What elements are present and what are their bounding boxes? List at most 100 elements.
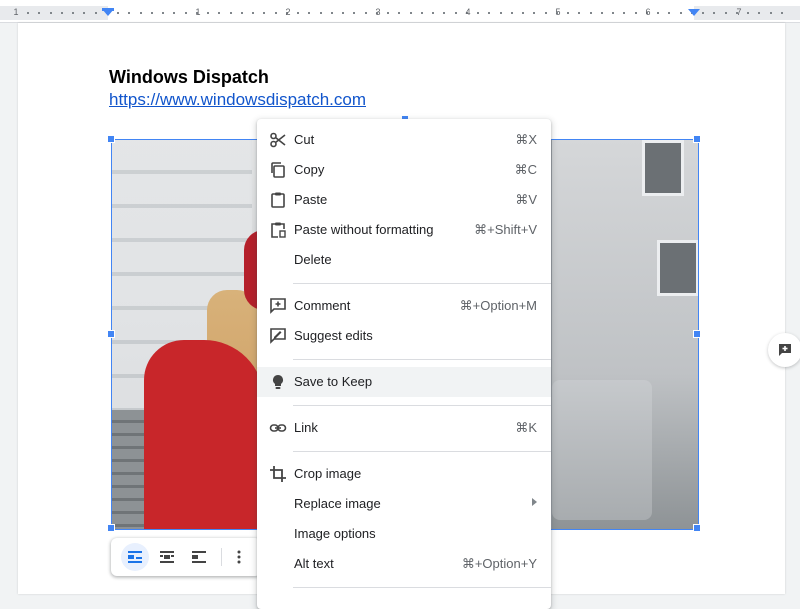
ruler-tick	[72, 12, 74, 14]
resize-handle-top-left[interactable]	[107, 135, 115, 143]
break-text-button[interactable]	[185, 543, 213, 571]
ruler-tick	[140, 12, 142, 14]
resize-handle-bottom-right[interactable]	[693, 524, 701, 532]
ruler-tick	[713, 12, 715, 14]
menu-item-label: Link	[294, 420, 318, 435]
ruler-number: 2	[285, 7, 291, 17]
ruler-tick	[702, 12, 704, 14]
menu-item-label: Suggest edits	[294, 328, 373, 343]
menu-item-suggest-edits[interactable]: Suggest edits	[257, 321, 551, 351]
menu-item-label: Image options	[294, 526, 376, 541]
ruler-tick	[27, 12, 29, 14]
add-comment-side-button[interactable]	[768, 333, 800, 367]
image-region	[657, 240, 698, 296]
menu-item-label: Delete	[294, 252, 332, 267]
menu-item-shortcut: ⌘V	[515, 192, 537, 207]
ruler-number: 3	[375, 7, 381, 17]
menu-item-image-options[interactable]: Image options	[257, 519, 551, 549]
resize-handle-top-right[interactable]	[693, 135, 701, 143]
ruler-tick	[275, 12, 277, 14]
ruler-tick	[185, 12, 187, 14]
image-region	[642, 140, 684, 196]
ruler-tick	[263, 12, 265, 14]
horizontal-ruler[interactable]: 1 1 2 3 4 5 6 7	[0, 0, 800, 23]
ruler-tick	[725, 12, 727, 14]
right-indent-handle[interactable]	[688, 9, 700, 16]
toolbar-divider	[221, 548, 222, 566]
ruler-tick	[601, 12, 603, 14]
ruler-tick	[432, 12, 434, 14]
menu-item-shortcut: ⌘+Option+Y	[461, 556, 537, 571]
ruler-tick	[511, 12, 513, 14]
ruler-tick	[365, 12, 367, 14]
menu-item-cut[interactable]: Cut ⌘X	[257, 125, 551, 155]
ruler-tick	[331, 12, 333, 14]
menu-item-delete[interactable]: Delete	[257, 245, 551, 275]
menu-item-paste-without-formatting[interactable]: Paste without formatting ⌘+Shift+V	[257, 215, 551, 245]
menu-item-crop-image[interactable]: Crop image	[257, 459, 551, 489]
ruler-tick	[241, 12, 243, 14]
ruler-tick	[342, 12, 344, 14]
ruler-tick	[477, 12, 479, 14]
ruler-tick	[83, 12, 85, 14]
resize-handle-bottom-left[interactable]	[107, 524, 115, 532]
inline-layout-icon	[128, 551, 142, 563]
ruler-tick	[297, 12, 299, 14]
ruler-tick	[781, 12, 783, 14]
menu-item-label: Cut	[294, 132, 315, 147]
ruler-tick	[162, 12, 164, 14]
menu-item-link[interactable]: Link ⌘K	[257, 413, 551, 443]
menu-item-label: Save to Keep	[294, 374, 373, 389]
ruler-tick	[117, 12, 119, 14]
ruler-tick	[455, 12, 457, 14]
document-link[interactable]: https://www.windowsdispatch.com	[109, 90, 366, 110]
menu-item-copy[interactable]: Copy ⌘C	[257, 155, 551, 185]
link-icon	[269, 419, 287, 437]
ruler-number: 7	[736, 7, 742, 17]
menu-item-save-to-keep[interactable]: Save to Keep	[257, 367, 551, 397]
ruler-tick	[488, 12, 490, 14]
ruler-tick	[151, 12, 153, 14]
copy-icon	[269, 161, 287, 179]
menu-item-label: Comment	[294, 298, 351, 313]
more-options-button[interactable]	[225, 543, 253, 571]
menu-item-alt-text[interactable]: Alt text ⌘+Option+Y	[257, 549, 551, 579]
resize-handle-left[interactable]	[107, 330, 115, 338]
menu-item-shortcut: ⌘+Shift+V	[474, 222, 537, 237]
menu-item-paste[interactable]: Paste ⌘V	[257, 185, 551, 215]
image-toolbar	[111, 538, 261, 576]
left-indent-handle[interactable]	[102, 9, 114, 16]
menu-item-shortcut: ⌘K	[515, 420, 537, 435]
inline-layout-button[interactable]	[121, 543, 149, 571]
menu-item-replace-image[interactable]: Replace image	[257, 489, 551, 519]
menu-separator	[293, 405, 551, 406]
resize-handle-right[interactable]	[693, 330, 701, 338]
ruler-tick	[61, 12, 63, 14]
ruler-tick	[443, 12, 445, 14]
add-comment-icon	[779, 344, 791, 356]
ruler-tick	[668, 12, 670, 14]
clipboard-icon	[269, 191, 287, 209]
ruler-tick	[747, 12, 749, 14]
wrap-text-icon	[160, 551, 174, 563]
ruler-tick	[522, 12, 524, 14]
document-heading[interactable]: Windows Dispatch	[109, 67, 269, 88]
menu-separator	[293, 587, 551, 588]
wrap-text-button[interactable]	[153, 543, 181, 571]
ruler-tick	[387, 12, 389, 14]
menu-item-comment[interactable]: Comment ⌘+Option+M	[257, 291, 551, 321]
submenu-arrow-icon	[532, 498, 537, 506]
ruler-number: 1	[13, 7, 19, 17]
ruler-tick	[657, 12, 659, 14]
ruler-tick	[758, 12, 760, 14]
menu-item-label: Copy	[294, 162, 325, 177]
ruler-number: 5	[555, 7, 561, 17]
ruler-tick	[612, 12, 614, 14]
more-vertical-icon	[237, 550, 241, 564]
scissors-icon	[269, 131, 287, 149]
ruler-tick	[545, 12, 547, 14]
menu-item-shortcut: ⌘C	[514, 162, 537, 177]
ruler-tick	[207, 12, 209, 14]
menu-item-shortcut: ⌘+Option+M	[459, 298, 537, 313]
ruler-tick	[353, 12, 355, 14]
